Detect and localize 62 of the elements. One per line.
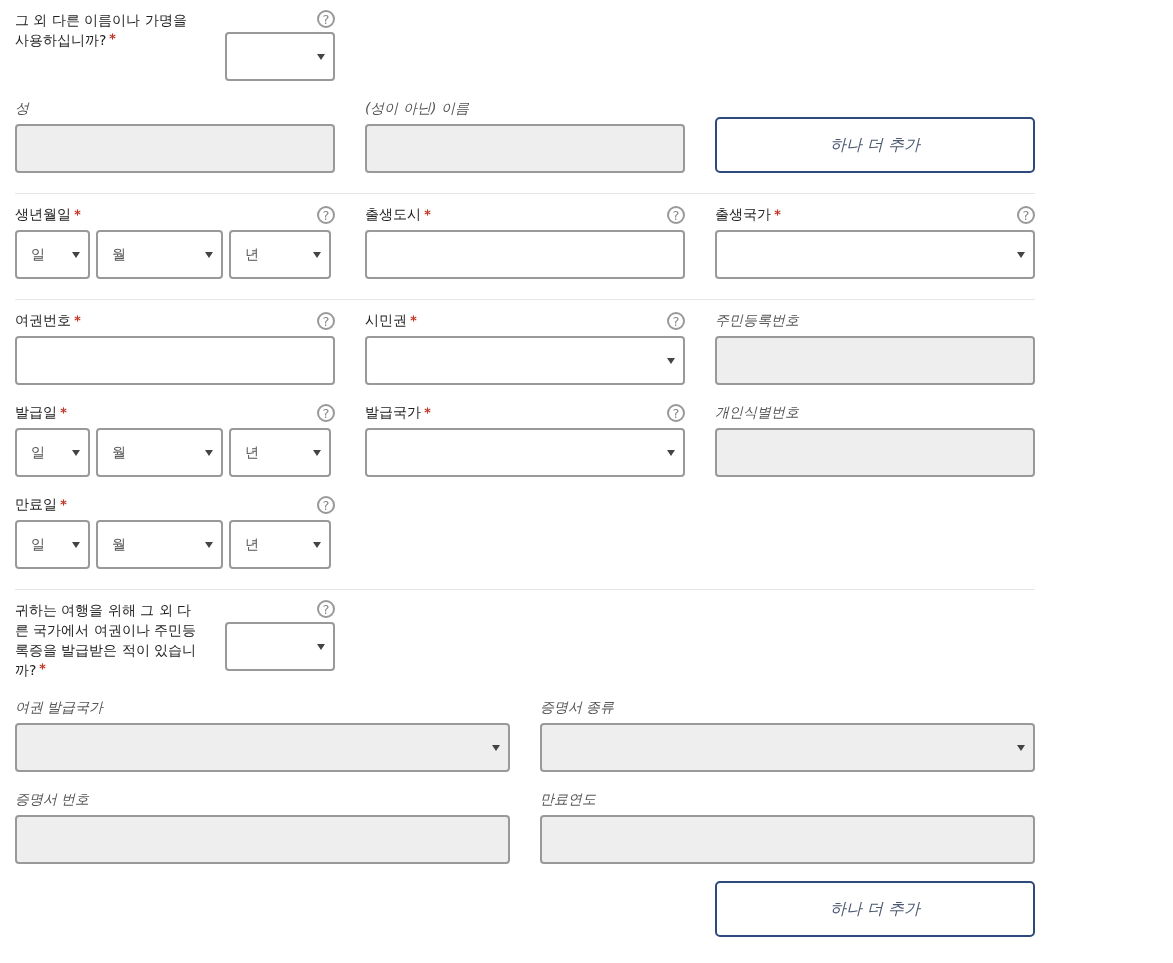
date-dropdown[interactable]: 년 bbox=[229, 230, 331, 279]
date-dropdown[interactable]: 일 bbox=[15, 520, 90, 569]
caret-icon bbox=[317, 643, 325, 650]
help-icon[interactable]: ? bbox=[317, 10, 335, 28]
caret-icon bbox=[667, 357, 675, 364]
date-dropdown[interactable]: 년 bbox=[229, 520, 331, 569]
text-field[interactable] bbox=[15, 336, 335, 385]
field-label: 발급국가 bbox=[365, 404, 431, 422]
caret-icon bbox=[72, 541, 80, 548]
field-label: 증명서 번호 bbox=[15, 791, 90, 809]
caret-icon bbox=[313, 541, 321, 548]
caret-icon bbox=[317, 53, 325, 60]
field-label: 증명서 종류 bbox=[540, 699, 615, 717]
text-field[interactable] bbox=[365, 230, 685, 279]
field-label: 시민권 bbox=[365, 312, 417, 330]
caret-icon bbox=[667, 449, 675, 456]
add-another-button[interactable]: 하나 더 추가 bbox=[715, 117, 1035, 173]
date-dropdown[interactable]: 일 bbox=[15, 230, 90, 279]
help-icon[interactable]: ? bbox=[667, 312, 685, 330]
caret-icon bbox=[72, 251, 80, 258]
dropdown-field[interactable] bbox=[225, 622, 335, 671]
dropdown-field[interactable] bbox=[715, 230, 1035, 279]
help-icon[interactable]: ? bbox=[317, 206, 335, 224]
field-label: 주민등록번호 bbox=[715, 312, 799, 330]
field-label: 만료연도 bbox=[540, 791, 596, 809]
caret-icon bbox=[313, 449, 321, 456]
help-icon[interactable]: ? bbox=[667, 404, 685, 422]
add-another-button[interactable]: 하나 더 추가 bbox=[715, 881, 1035, 937]
caret-icon bbox=[1017, 744, 1025, 751]
caret-icon bbox=[205, 449, 213, 456]
help-icon[interactable]: ? bbox=[1017, 206, 1035, 224]
question-label: 그 외 다른 이름이나 가명을 사용하십니까? bbox=[15, 11, 188, 50]
help-icon[interactable]: ? bbox=[317, 496, 335, 514]
field-label: 개인식별번호 bbox=[715, 404, 799, 422]
question-label: 귀하는 여행을 위해 그 외 다른 국가에서 여권이나 주민등록증을 발급받은 적이 있습니까? bbox=[15, 601, 198, 680]
caret-icon bbox=[72, 449, 80, 456]
help-icon[interactable]: ? bbox=[667, 206, 685, 224]
date-dropdown[interactable]: 월 bbox=[96, 520, 223, 569]
dropdown-field[interactable] bbox=[225, 32, 335, 81]
field-label: 여권번호 bbox=[15, 312, 81, 330]
field-label: 출생도시 bbox=[365, 206, 431, 224]
date-dropdown[interactable]: 월 bbox=[96, 230, 223, 279]
caret-icon bbox=[492, 744, 500, 751]
caret-icon bbox=[205, 541, 213, 548]
date-dropdown[interactable]: 일 bbox=[15, 428, 90, 477]
caret-icon bbox=[313, 251, 321, 258]
field-label: 여권 발급국가 bbox=[15, 699, 104, 717]
field-label: (성이 아닌) 이름 bbox=[365, 100, 469, 118]
caret-icon bbox=[1017, 251, 1025, 258]
date-dropdown[interactable]: 월 bbox=[96, 428, 223, 477]
field-label: 성 bbox=[15, 100, 29, 118]
field-label: 발급일 bbox=[15, 404, 67, 422]
date-dropdown[interactable]: 년 bbox=[229, 428, 331, 477]
field-label: 생년월일 bbox=[15, 206, 81, 224]
field-label: 만료일 bbox=[15, 496, 67, 514]
field-label: 출생국가 bbox=[715, 206, 781, 224]
dropdown-field[interactable] bbox=[365, 428, 685, 477]
help-icon[interactable]: ? bbox=[317, 404, 335, 422]
help-icon[interactable]: ? bbox=[317, 312, 335, 330]
help-icon[interactable]: ? bbox=[317, 600, 335, 618]
dropdown-field[interactable] bbox=[365, 336, 685, 385]
caret-icon bbox=[205, 251, 213, 258]
